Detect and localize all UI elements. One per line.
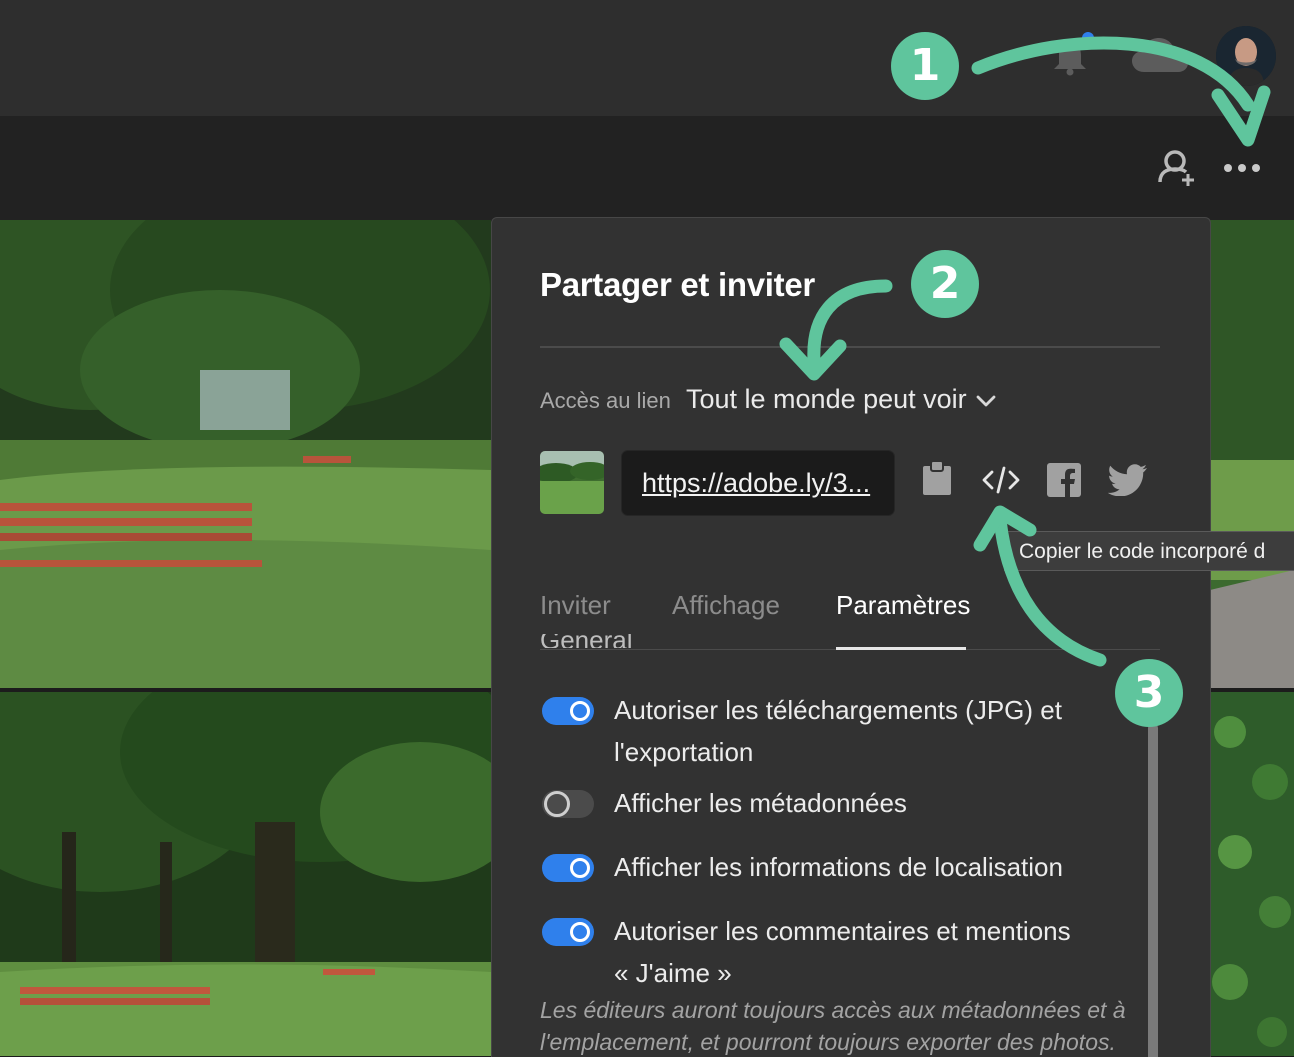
panel-scrollbar[interactable] <box>1148 723 1158 1057</box>
photo-ivy-right-bottom[interactable] <box>1210 692 1294 1056</box>
more-menu-button[interactable] <box>1222 162 1264 174</box>
photo-park-bench-bottom-left[interactable] <box>0 692 491 1056</box>
photo-park-bench-top-left[interactable] <box>0 220 491 688</box>
chevron-down-icon[interactable] <box>976 394 996 408</box>
user-avatar[interactable] <box>1216 26 1276 86</box>
tab-display[interactable]: Affichage <box>672 590 780 621</box>
share-url-field[interactable]: https://adobe.ly/3... <box>621 450 895 516</box>
toolbar <box>0 116 1294 220</box>
tab-settings[interactable]: Paramètres <box>836 590 970 621</box>
notification-dot <box>1082 32 1094 44</box>
photo-park-right-top[interactable] <box>1210 220 1294 688</box>
link-access-dropdown[interactable]: Tout le monde peut voir <box>686 384 967 415</box>
share-invite-panel: Partager et inviter Accès au lien Tout l… <box>491 217 1211 1057</box>
title-divider <box>540 346 1160 348</box>
callout-step-2: 2 <box>911 250 979 318</box>
more-dots-icon <box>1222 162 1264 174</box>
callout-step-1: 1 <box>891 32 959 100</box>
setting-label-allow-comments: Autoriser les commentaires et mentions «… <box>614 916 1071 988</box>
cloud-icon[interactable] <box>1130 36 1190 76</box>
embed-code-tooltip: Copier le code incorporé d <box>1004 531 1294 571</box>
tab-invite[interactable]: Inviter <box>540 590 611 621</box>
toggle-show-location[interactable] <box>542 854 594 882</box>
facebook-icon[interactable] <box>1047 463 1081 497</box>
settings-section-heading: Général <box>540 634 633 648</box>
toggle-allow-comments[interactable] <box>542 918 594 946</box>
setting-label-allow-downloads: Autoriser les téléchargements (JPG) et l… <box>614 695 1062 767</box>
add-user-icon[interactable] <box>1157 148 1199 188</box>
link-access-label: Accès au lien <box>540 388 671 413</box>
album-thumbnail <box>540 451 604 514</box>
setting-label-show-metadata: Afficher les métadonnées <box>614 788 907 818</box>
panel-title: Partager et inviter <box>540 266 815 303</box>
toggle-show-metadata[interactable] <box>542 790 594 818</box>
twitter-icon[interactable] <box>1108 464 1148 496</box>
share-url-link[interactable]: https://adobe.ly/3... <box>642 468 870 499</box>
clipboard-icon[interactable] <box>922 460 952 496</box>
top-bar <box>0 0 1294 116</box>
embed-code-icon[interactable] <box>982 466 1020 494</box>
bell-icon[interactable] <box>1050 40 1090 76</box>
toggle-allow-downloads[interactable] <box>542 697 594 725</box>
editors-note: Les éditeurs auront toujours accès aux m… <box>540 997 1126 1055</box>
setting-label-show-location: Afficher les informations de localisatio… <box>614 852 1063 882</box>
callout-step-3: 3 <box>1115 659 1183 727</box>
active-tab-indicator <box>836 647 966 650</box>
